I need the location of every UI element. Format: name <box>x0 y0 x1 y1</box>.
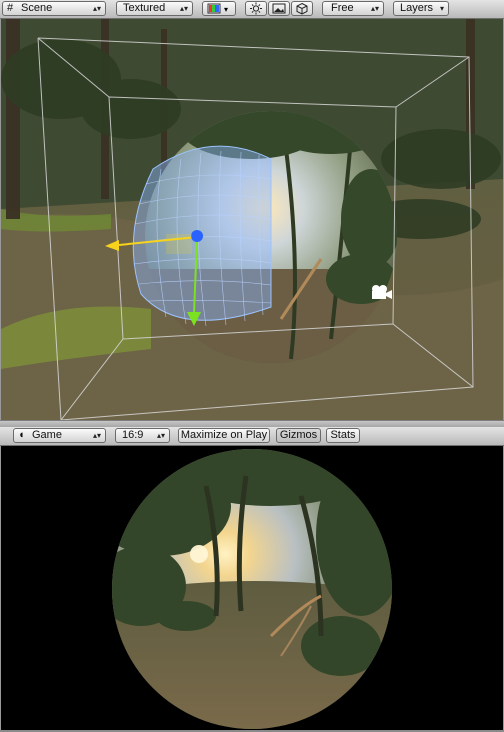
pacman-icon: ◖ <box>18 429 25 441</box>
game-view-dropdown[interactable]: ◖ Game ▴▾ <box>13 428 106 443</box>
aspect-ratio-dropdown[interactable]: 16:9 ▴▾ <box>115 428 170 443</box>
camera-mode-label: Free <box>331 2 354 14</box>
z-axis-handle[interactable] <box>191 230 203 242</box>
render-paths-button[interactable]: ▾ <box>202 1 236 16</box>
scene-view-dropdown[interactable]: # Scene ▴▾ <box>2 1 106 16</box>
dropdown-arrows-icon: ▴▾ <box>92 4 101 13</box>
gizmos-label: Gizmos <box>279 429 318 441</box>
layers-label: Layers <box>400 2 434 14</box>
image-icon <box>272 3 286 14</box>
chevron-down-icon: ▾ <box>439 4 444 13</box>
view-splitter[interactable] <box>0 420 504 427</box>
render-mode-label: Textured <box>123 2 166 14</box>
game-render <box>1 446 503 730</box>
render-mode-dropdown[interactable]: Textured ▴▾ <box>116 1 193 16</box>
layers-dropdown[interactable]: Layers ▾ <box>393 1 449 16</box>
scene-view-label: Scene <box>21 2 53 14</box>
dropdown-arrows-icon: ▴▾ <box>370 4 379 13</box>
dropdown-arrows-icon: ▴▾ <box>179 4 188 13</box>
dropdown-arrows-icon: ▴▾ <box>92 431 101 440</box>
camera-mode-dropdown[interactable]: Free ▴▾ <box>322 1 384 16</box>
maximize-on-play-label: Maximize on Play <box>180 429 268 441</box>
grid-icon: # <box>7 2 14 14</box>
color-swatch-icon: ▾ <box>207 3 228 14</box>
stats-label: Stats <box>330 429 356 441</box>
game-viewport[interactable] <box>1 446 503 730</box>
scene-viewport[interactable] <box>1 19 503 420</box>
lighting-toggle[interactable] <box>245 1 267 16</box>
scene-toolbar: # Scene ▴▾ Textured ▴▾ ▾ Free ▴▾ Layers … <box>0 0 504 19</box>
svg-text:▾: ▾ <box>224 5 228 14</box>
gizmos-button[interactable]: Gizmos <box>276 428 321 443</box>
game-toolbar: ◖ Game ▴▾ 16:9 ▴▾ Maximize on Play Gizmo… <box>0 427 504 446</box>
sun-icon <box>250 2 262 15</box>
image-toggle[interactable] <box>268 1 290 16</box>
dropdown-arrows-icon: ▴▾ <box>156 431 165 440</box>
audio-toggle[interactable] <box>291 1 313 16</box>
game-view-label: Game <box>32 429 62 441</box>
stats-button[interactable]: Stats <box>326 428 360 443</box>
cube-icon <box>296 2 308 15</box>
maximize-on-play-button[interactable]: Maximize on Play <box>178 428 270 443</box>
aspect-ratio-label: 16:9 <box>122 429 144 441</box>
scene-render[interactable] <box>1 19 503 420</box>
